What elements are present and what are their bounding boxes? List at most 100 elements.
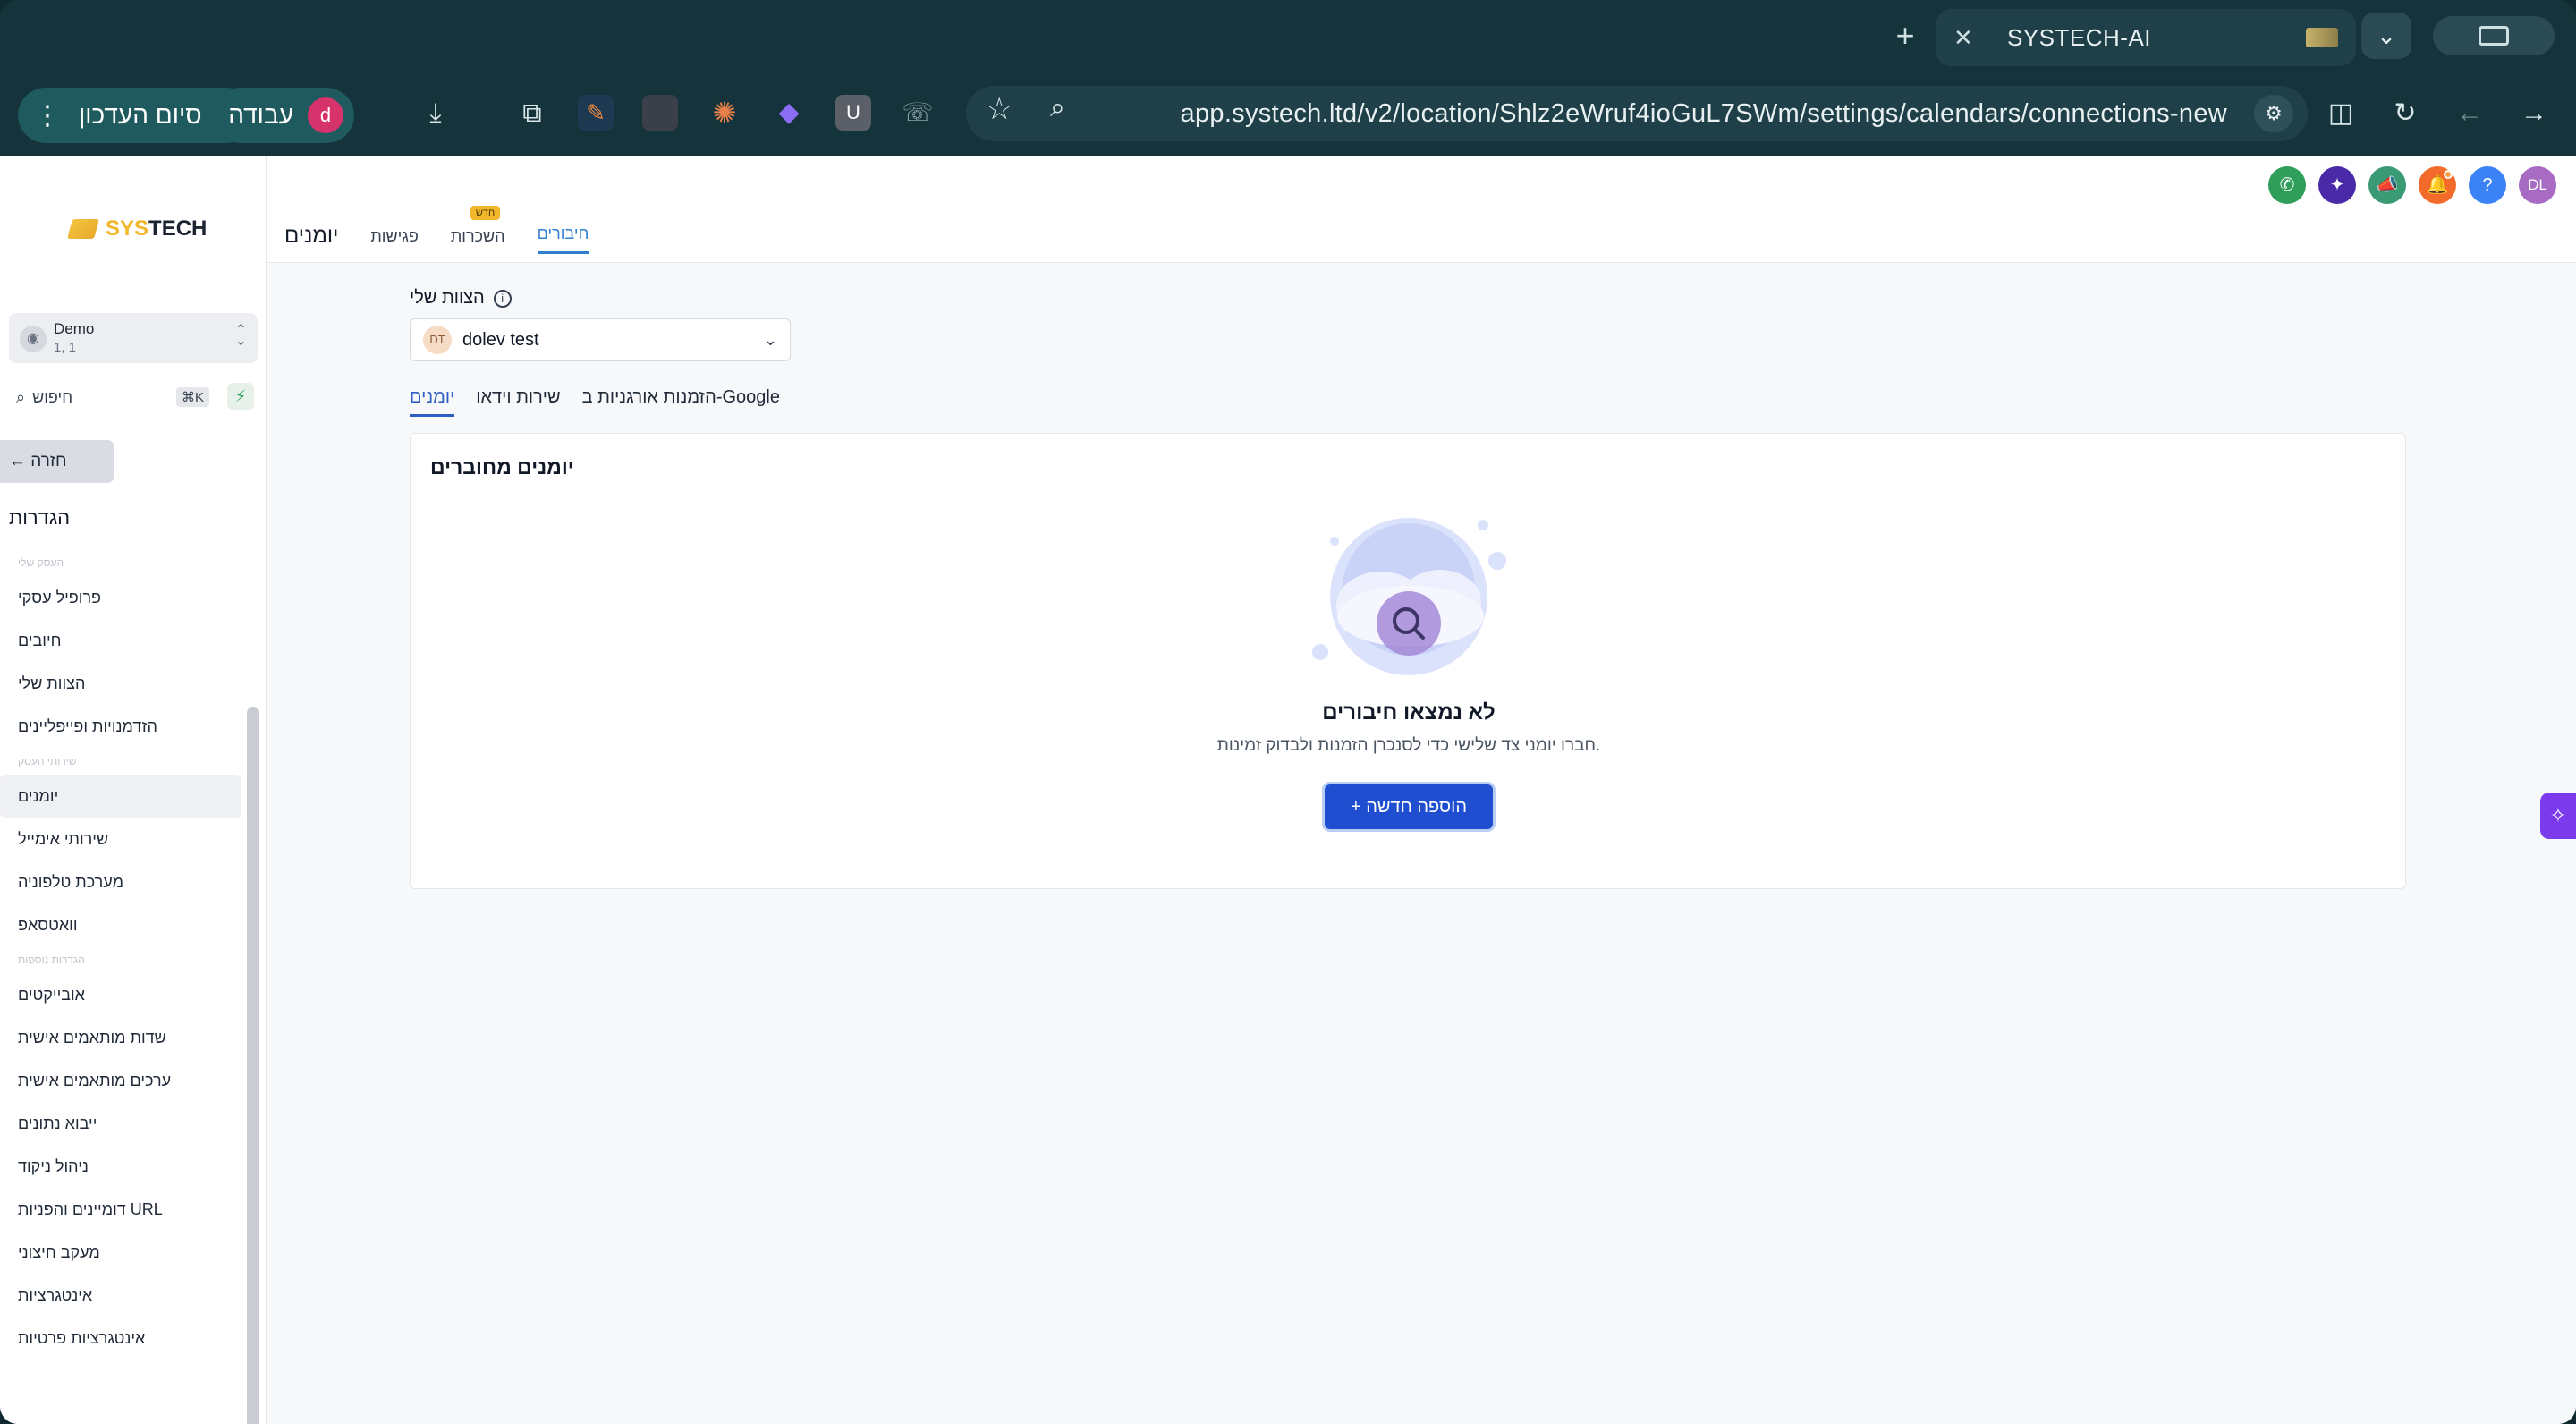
- sidebar: SYS TECH ◉ Demo 1, 1 ⌃ ⌄ ⌕ חיפוש ⌘K ⚡ ← חז…: [0, 156, 267, 1424]
- window-icon: [2479, 26, 2509, 46]
- page-header: יומנים פגישות חדש השכרות חיבורים ✆ ✦ 📣 🔔…: [267, 156, 2576, 263]
- back-button[interactable]: ← חזרה: [0, 440, 114, 483]
- profile-chip[interactable]: עבודה d: [213, 88, 354, 143]
- account-switcher[interactable]: ◉ Demo 1, 1 ⌃ ⌄: [9, 313, 258, 363]
- reload-icon[interactable]: ↻: [2383, 91, 2428, 136]
- account-sub: 1, 1: [54, 340, 77, 355]
- phone-icon[interactable]: ✆: [2268, 166, 2306, 204]
- info-icon[interactable]: i: [493, 289, 512, 308]
- help-icon[interactable]: ?: [2469, 166, 2506, 204]
- obsidian-extension-icon[interactable]: ◆: [771, 95, 807, 131]
- sidebar-item-calendars[interactable]: יומנים: [0, 775, 242, 818]
- bookmark-star-icon[interactable]: ☆: [986, 91, 1013, 127]
- page-title: יומנים: [284, 224, 339, 248]
- search-icon: ⌕: [16, 387, 26, 406]
- sidebar-item-my-team[interactable]: הצוות שלי: [0, 662, 243, 705]
- team-label-text: הצוות שלי: [410, 288, 485, 308]
- bell-icon[interactable]: 🔔: [2419, 166, 2456, 204]
- sidebar-item-custom-values[interactable]: ערכים מותאמים אישית: [0, 1059, 243, 1102]
- claude-extension-icon[interactable]: ✺: [707, 95, 742, 131]
- quick-actions-bolt-icon[interactable]: ⚡: [227, 383, 254, 410]
- sidebar-item-billing[interactable]: חיובים: [0, 619, 243, 662]
- sidebar-item-phone-system[interactable]: מערכת טלפוניה: [0, 860, 243, 903]
- browser-window: + ✕ SYSTECH-AI ⌄ ⋮ סיום העדכון עבודה d ⤓…: [0, 0, 2576, 1424]
- megaphone-icon[interactable]: 📣: [2368, 166, 2406, 204]
- updown-chevron-icon: ⌃ ⌄: [234, 323, 247, 349]
- sidebar-scrollbar[interactable]: [247, 707, 259, 1424]
- search-shortcut: ⌘K: [175, 387, 209, 407]
- empty-state-subtitle: חברו יומני צד שלישי כדי לסנכרן הזמנות ול…: [1216, 736, 1601, 755]
- tab-title: SYSTECH-AI: [2007, 23, 2152, 51]
- more-vert-icon[interactable]: ⋮: [34, 100, 61, 131]
- close-tab-icon[interactable]: ✕: [1953, 24, 1989, 52]
- sidebar-item-integrations[interactable]: אינטגרציות: [0, 1274, 243, 1317]
- favicon-icon: [2306, 28, 2338, 47]
- split-view-icon[interactable]: ◫: [2318, 91, 2363, 136]
- profile-label: עבודה: [228, 101, 293, 129]
- user-avatar[interactable]: DL: [2519, 166, 2556, 204]
- tab-meetings[interactable]: פגישות: [370, 218, 419, 254]
- subtab-video-service[interactable]: שירות וידאו: [476, 381, 560, 417]
- zoom-icon[interactable]: ⌕: [1050, 93, 1065, 123]
- settings-heading: הגדרות: [9, 506, 71, 529]
- ai-sparkle-icon[interactable]: ✦: [2318, 166, 2356, 204]
- sidebar-item-business-profile[interactable]: פרופיל עסקי: [0, 576, 243, 619]
- logo-sys-text: SYS: [106, 216, 149, 241]
- subtab-google-bookings[interactable]: הזמנות אורגניות ב-Google: [582, 381, 780, 417]
- sidebar-search[interactable]: ⌕ חיפוש ⌘K: [9, 381, 216, 413]
- tab-search-button[interactable]: ⌄: [2361, 13, 2411, 59]
- nav-section-heading: הגדרות נוספות: [0, 946, 243, 973]
- add-new-button[interactable]: + הוספה חדשה: [1325, 784, 1493, 829]
- u-extension-icon[interactable]: U: [835, 95, 871, 131]
- browser-tab[interactable]: ✕ SYSTECH-AI: [1936, 9, 2356, 66]
- arrow-left-icon: ←: [9, 452, 26, 470]
- back-arrow-icon[interactable]: ←: [2447, 91, 2492, 136]
- download-icon[interactable]: ⤓: [413, 91, 458, 136]
- main-content: יומנים פגישות חדש השכרות חיבורים ✆ ✦ 📣 🔔…: [267, 156, 2576, 1424]
- new-badge: חדש: [470, 206, 501, 220]
- web-page: SYS TECH ◉ Demo 1, 1 ⌃ ⌄ ⌕ חיפוש ⌘K ⚡ ← חז…: [0, 156, 2576, 1424]
- tab-rentals[interactable]: חדש השכרות: [450, 206, 505, 254]
- sidebar-item-objects[interactable]: אובייקטים: [0, 973, 243, 1016]
- connected-calendars-card: יומנים מחוברים לא נמצאו חיבורים חברו יומ…: [410, 433, 2406, 889]
- tab-rentals-label: השכרות: [450, 227, 505, 245]
- empty-cloud-search-illustration: [1312, 518, 1506, 675]
- card-title: יומנים מחוברים: [430, 455, 574, 479]
- sidebar-item-data-import[interactable]: ייבוא נתונים: [0, 1102, 243, 1145]
- logo-tech-text: TECH: [148, 216, 208, 241]
- phone-extension-icon[interactable]: ☏: [900, 95, 936, 131]
- pen-extension-icon[interactable]: ✎: [578, 95, 614, 131]
- logo-mark-icon: [67, 219, 99, 239]
- sidebar-item-external-tracking[interactable]: מעקב חיצוני: [0, 1231, 243, 1274]
- url-text[interactable]: app.systech.ltd/v2/location/Shlz2eWruf4i…: [1181, 86, 2227, 141]
- ai-assistant-tab-icon[interactable]: ✧: [2540, 793, 2576, 839]
- search-placeholder: חיפוש: [32, 387, 73, 406]
- screenshot-extension-icon[interactable]: [642, 95, 678, 131]
- sidebar-item-scoring[interactable]: ניהול ניקוד: [0, 1145, 243, 1188]
- sidebar-item-custom-fields[interactable]: שדות מותאמים אישית: [0, 1016, 243, 1059]
- sidebar-item-email-services[interactable]: שירותי אימייל: [0, 818, 243, 860]
- subtab-calendars[interactable]: יומנים: [410, 381, 455, 417]
- sidebar-item-domains[interactable]: דומיינים והפניות URL: [0, 1188, 243, 1231]
- team-member-select[interactable]: DT dolev test ⌄: [410, 318, 791, 361]
- sidebar-item-whatsapp[interactable]: וואטסאפ: [0, 903, 243, 946]
- sidebar-item-opportunities[interactable]: הזדמנויות ופייפליינים: [0, 705, 243, 748]
- header-actions: ✆ ✦ 📣 🔔 ? DL: [2268, 166, 2556, 204]
- nav-section-heading: העסק שלי: [0, 549, 243, 576]
- window-profile-button[interactable]: [2433, 16, 2555, 55]
- page-tabs: יומנים פגישות חדש השכרות חיבורים: [284, 206, 589, 254]
- team-label: הצוות שלי i: [410, 288, 512, 309]
- new-tab-button[interactable]: +: [1885, 16, 1925, 55]
- site-settings-icon[interactable]: ⚙: [2254, 95, 2293, 132]
- team-member-avatar: DT: [423, 326, 452, 354]
- sidebar-item-private-integrations[interactable]: אינטגרציות פרטיות: [0, 1317, 243, 1360]
- tab-connections[interactable]: חיבורים: [537, 216, 589, 254]
- forward-arrow-icon[interactable]: →: [2512, 91, 2556, 136]
- nav-section-heading: שירותי העסק: [0, 748, 243, 775]
- tab-strip: + ✕ SYSTECH-AI ⌄: [0, 0, 2576, 72]
- update-label: סיום העדכון: [79, 101, 202, 129]
- systech-logo[interactable]: SYS TECH: [67, 216, 208, 242]
- extensions-icon[interactable]: ⧉: [510, 91, 555, 136]
- address-bar[interactable]: ☆ ⌕ app.systech.ltd/v2/location/Shlz2eWr…: [966, 86, 2308, 141]
- chevron-down-icon: ⌄: [763, 330, 777, 349]
